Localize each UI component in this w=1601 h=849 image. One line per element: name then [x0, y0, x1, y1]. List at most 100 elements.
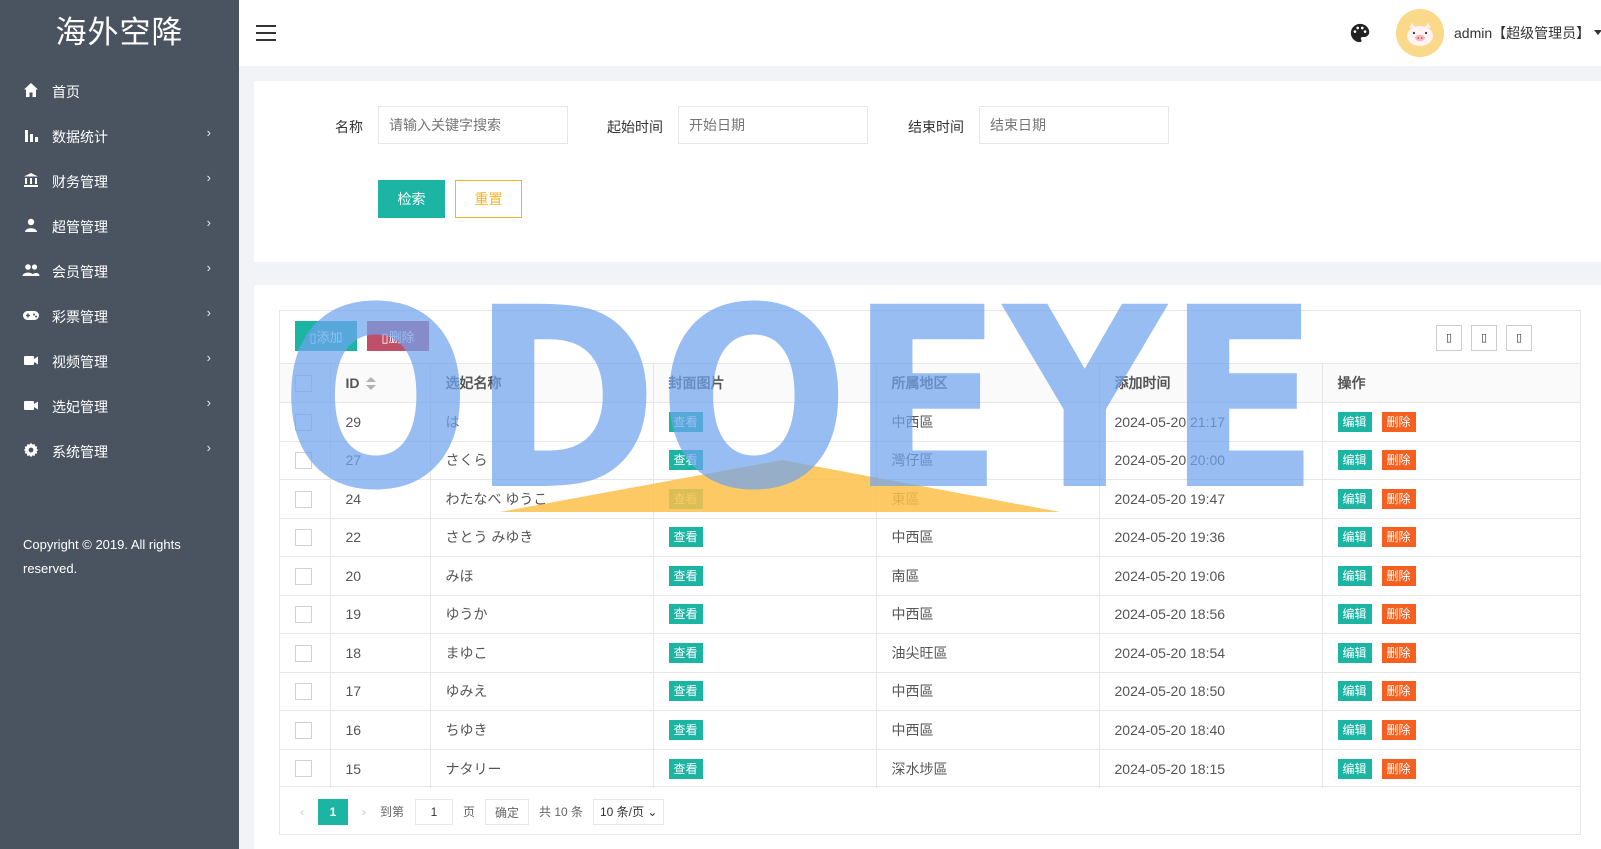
caret-down-icon[interactable]	[1594, 30, 1601, 35]
sidebar-item-label: 彩票管理	[52, 309, 108, 325]
edit-button[interactable]: 编辑	[1337, 642, 1372, 663]
delete-button[interactable]: 删除	[1381, 604, 1416, 625]
row-region: 油尖旺區	[876, 633, 1100, 672]
row-checkbox[interactable]	[295, 490, 312, 508]
print-icon[interactable]: ▯	[1506, 325, 1532, 351]
sort-icon[interactable]	[365, 377, 376, 391]
end-date-input[interactable]	[979, 106, 1169, 144]
header-time: 添加时间	[1099, 363, 1323, 403]
row-select-cell	[280, 517, 331, 557]
home-icon	[22, 81, 40, 99]
users-icon	[22, 261, 40, 279]
goto-confirm-button[interactable]: 确定	[485, 799, 529, 825]
sidebar-item-5[interactable]: 彩票管理 ›	[0, 292, 239, 338]
row-actions: 编辑 删除	[1322, 440, 1580, 480]
row-time: 2024-05-20 18:50	[1099, 671, 1323, 711]
view-cover-button[interactable]: 查看	[668, 565, 703, 586]
edit-button[interactable]: 编辑	[1337, 565, 1372, 586]
batch-delete-button[interactable]: ▯删除	[367, 321, 429, 351]
sidebar-item-4[interactable]: 会员管理 ›	[0, 247, 239, 293]
row-region: 灣仔區	[876, 440, 1100, 480]
sidebar-item-0[interactable]: 首页	[0, 67, 239, 113]
add-label: 添加	[316, 329, 343, 345]
avatar[interactable]	[1396, 9, 1444, 57]
chevron-right-icon: ›	[206, 170, 211, 185]
view-cover-button[interactable]: 查看	[668, 411, 703, 432]
row-cover: 查看	[653, 556, 877, 595]
sidebar-item-8[interactable]: 系统管理 ›	[0, 427, 239, 473]
row-id: 24	[330, 479, 431, 518]
delete-button[interactable]: 删除	[1381, 758, 1416, 779]
edit-button[interactable]: 编辑	[1337, 488, 1372, 509]
sidebar-item-label: 视频管理	[52, 354, 108, 370]
next-page-icon[interactable]: ›	[354, 799, 374, 825]
delete-button[interactable]: 删除	[1381, 488, 1416, 509]
start-date-input[interactable]	[678, 106, 868, 144]
view-cover-button[interactable]: 查看	[668, 527, 703, 548]
row-time: 2024-05-20 18:15	[1099, 748, 1323, 788]
chevron-right-icon: ›	[206, 395, 211, 410]
delete-button[interactable]: 删除	[1381, 681, 1416, 702]
row-checkbox[interactable]	[295, 606, 312, 624]
export-icon[interactable]: ▯	[1471, 325, 1497, 351]
row-checkbox[interactable]	[295, 644, 312, 662]
palette-icon[interactable]	[1349, 22, 1371, 44]
edit-button[interactable]: 编辑	[1337, 758, 1372, 779]
delete-button[interactable]: 删除	[1381, 642, 1416, 663]
sidebar-item-3[interactable]: 超管管理 ›	[0, 202, 239, 248]
view-cover-button[interactable]: 查看	[668, 758, 703, 779]
goto-page-input[interactable]	[415, 799, 453, 825]
view-cover-button[interactable]: 查看	[668, 488, 703, 509]
edit-button[interactable]: 编辑	[1337, 527, 1372, 548]
row-name: ゆうか	[430, 594, 654, 634]
table-row: 22 さとう みゆき 查看 中西區 2024-05-20 19:36 编辑 删除	[280, 517, 1580, 557]
reset-button[interactable]: 重置	[455, 180, 522, 218]
header-cover: 封面图片	[653, 363, 877, 403]
header-name: 选妃名称	[430, 363, 654, 403]
edit-button[interactable]: 编辑	[1337, 604, 1372, 625]
view-cover-button[interactable]: 查看	[668, 604, 703, 625]
sidebar-item-7[interactable]: 选妃管理 ›	[0, 382, 239, 428]
page-size-select[interactable]: 10 条/页 ⌄	[593, 799, 664, 825]
delete-button[interactable]: 删除	[1381, 719, 1416, 740]
row-checkbox[interactable]	[295, 452, 312, 470]
user-menu[interactable]: admin【超级管理员】	[1454, 23, 1590, 43]
header-id[interactable]: ID	[330, 363, 431, 403]
header-select-all	[280, 363, 331, 403]
current-page[interactable]: 1	[318, 799, 348, 825]
prev-page-icon[interactable]: ‹	[292, 799, 312, 825]
end-time-label: 结束时间	[908, 119, 964, 135]
delete-button[interactable]: 删除	[1381, 450, 1416, 471]
delete-button[interactable]: 删除	[1381, 565, 1416, 586]
name-search-input[interactable]	[378, 106, 568, 144]
sidebar-item-6[interactable]: 视频管理 ›	[0, 337, 239, 383]
filter-columns-icon[interactable]: ▯	[1436, 325, 1462, 351]
hamburger-icon[interactable]	[256, 25, 276, 41]
edit-button[interactable]: 编辑	[1337, 719, 1372, 740]
edit-button[interactable]: 编辑	[1337, 450, 1372, 471]
view-cover-button[interactable]: 查看	[668, 681, 703, 702]
view-cover-button[interactable]: 查看	[668, 642, 703, 663]
row-checkbox[interactable]	[295, 413, 312, 431]
sidebar-item-2[interactable]: 财务管理 ›	[0, 157, 239, 203]
view-cover-button[interactable]: 查看	[668, 450, 703, 471]
search-button[interactable]: 检索	[378, 180, 445, 218]
add-button[interactable]: ▯添加	[295, 321, 357, 351]
sidebar-item-1[interactable]: 数据统计 ›	[0, 112, 239, 158]
data-table: ID 选妃名称 封面图片 所属地区 添加时间 操作 29 は查看 中西區 2024-0…	[280, 363, 1580, 788]
row-checkbox[interactable]	[295, 721, 312, 739]
row-time: 2024-05-20 21:17	[1099, 402, 1323, 441]
row-checkbox[interactable]	[295, 567, 312, 585]
row-checkbox[interactable]	[295, 683, 312, 701]
edit-button[interactable]: 编辑	[1337, 681, 1372, 702]
video-icon	[22, 351, 40, 369]
delete-button[interactable]: 删除	[1381, 411, 1416, 432]
view-cover-button[interactable]: 查看	[668, 719, 703, 740]
delete-button[interactable]: 删除	[1381, 527, 1416, 548]
bank-icon	[22, 171, 40, 189]
edit-button[interactable]: 编辑	[1337, 411, 1372, 432]
row-checkbox[interactable]	[295, 760, 312, 778]
select-all-checkbox[interactable]	[295, 374, 312, 392]
row-select-cell	[280, 594, 331, 634]
row-checkbox[interactable]	[295, 529, 312, 547]
